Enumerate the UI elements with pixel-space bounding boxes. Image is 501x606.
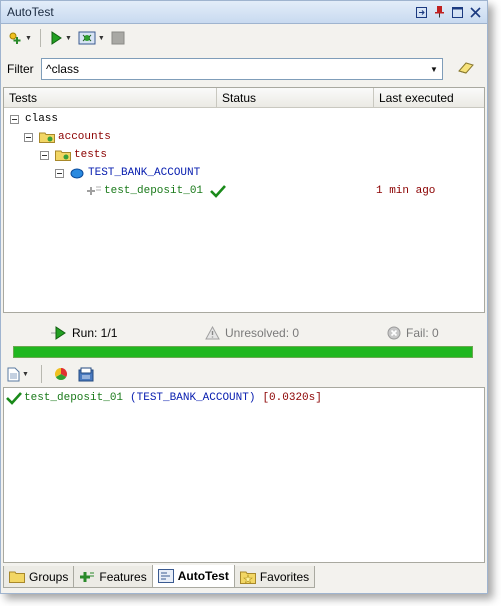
tree-row-label: class bbox=[25, 113, 59, 125]
autotest-icon bbox=[157, 569, 174, 583]
pass-check-icon bbox=[6, 392, 22, 405]
tab-autotest[interactable]: AutoTest bbox=[151, 565, 235, 588]
tree-row-label: tests bbox=[74, 149, 108, 161]
export-button[interactable] bbox=[76, 363, 96, 385]
unresolved-label: Unresolved: 0 bbox=[225, 326, 300, 340]
tree-row-test-deposit[interactable]: test_deposit_01 1 min ago bbox=[86, 182, 486, 200]
maximize-icon[interactable] bbox=[450, 5, 465, 20]
tab-label: Features bbox=[99, 569, 147, 584]
cluster-folder-icon bbox=[55, 150, 71, 161]
dropdown-arrow-icon: ▼ bbox=[22, 370, 29, 378]
output-duration: [0.0320s] bbox=[262, 392, 322, 404]
progress-fill bbox=[14, 347, 472, 357]
run-count-label: Run: 1/1 bbox=[72, 326, 118, 340]
test-feature-icon bbox=[87, 186, 101, 195]
run-debug-button[interactable]: ▼ bbox=[76, 27, 107, 49]
column-status[interactable]: Status bbox=[217, 88, 374, 108]
collapse-icon[interactable] bbox=[40, 150, 49, 160]
tab-favorites[interactable]: Favorites bbox=[233, 566, 316, 588]
tab-features[interactable]: Features bbox=[73, 566, 153, 588]
output-line[interactable]: test_deposit_01 (TEST_BANK_ACCOUNT) [0.0… bbox=[6, 391, 322, 405]
output-toolbar: ▼ bbox=[5, 363, 96, 385]
run-play-icon bbox=[51, 326, 66, 340]
column-last-executed[interactable]: Last executed bbox=[374, 88, 484, 108]
tab-label: Groups bbox=[29, 569, 69, 584]
output-panel: test_deposit_01 (TEST_BANK_ACCOUNT) [0.0… bbox=[3, 387, 485, 563]
pin-icon[interactable] bbox=[432, 5, 447, 20]
dropdown-arrow-icon: ▼ bbox=[97, 34, 105, 42]
combo-dropdown-icon[interactable]: ▼ bbox=[426, 65, 442, 74]
collapse-icon[interactable] bbox=[55, 168, 64, 178]
progress-bar bbox=[13, 346, 473, 358]
output-view-button[interactable]: ▼ bbox=[5, 363, 31, 385]
class-icon bbox=[70, 168, 84, 178]
tree-row-label: TEST_BANK_ACCOUNT bbox=[88, 167, 201, 179]
toolbar-separator bbox=[40, 365, 42, 383]
tab-groups[interactable]: Groups bbox=[3, 566, 75, 588]
run-button[interactable]: ▼ bbox=[47, 27, 74, 49]
tree-row-label: test_deposit_01 bbox=[104, 185, 204, 197]
title-bar: AutoTest bbox=[1, 1, 487, 24]
add-test-button[interactable]: ▼ bbox=[5, 27, 34, 49]
output-class-name: (TEST_BANK_ACCOUNT) bbox=[130, 392, 256, 404]
filter-row: Filter ▼ bbox=[1, 55, 487, 83]
fail-icon bbox=[387, 326, 401, 340]
tree-row-tests[interactable]: tests bbox=[40, 146, 107, 164]
add-test-icon bbox=[9, 32, 21, 44]
tree-row-test-class[interactable]: TEST_BANK_ACCOUNT bbox=[55, 164, 200, 182]
clear-filter-button[interactable] bbox=[457, 61, 475, 78]
title-buttons bbox=[414, 5, 483, 20]
bottom-tabs: Groups Features AutoTest Favorites bbox=[3, 565, 316, 588]
tab-label: Favorites bbox=[259, 569, 310, 584]
warning-icon bbox=[205, 326, 220, 340]
tree-header: Tests Status Last executed bbox=[4, 88, 484, 108]
pass-check-icon bbox=[210, 185, 226, 198]
folder-icon bbox=[9, 571, 25, 583]
play-icon bbox=[51, 31, 62, 45]
fail-label: Fail: 0 bbox=[406, 326, 439, 340]
filter-input[interactable] bbox=[42, 60, 426, 78]
column-tests[interactable]: Tests bbox=[4, 88, 217, 108]
cluster-folder-icon bbox=[39, 132, 55, 143]
stop-icon bbox=[111, 31, 125, 45]
window-title: AutoTest bbox=[7, 5, 54, 19]
tree-row-accounts[interactable]: accounts bbox=[24, 128, 111, 146]
tree-row-class[interactable]: class bbox=[10, 110, 58, 128]
collapse-icon[interactable] bbox=[10, 114, 19, 124]
tab-label: AutoTest bbox=[177, 569, 229, 583]
toolbar-separator bbox=[39, 29, 41, 47]
output-test-name: test_deposit_01 bbox=[24, 392, 124, 404]
close-icon[interactable] bbox=[468, 5, 483, 20]
dock-icon[interactable] bbox=[414, 5, 429, 20]
unresolved-count: Unresolved: 0 bbox=[205, 326, 299, 340]
document-icon bbox=[7, 367, 20, 381]
dropdown-arrow-icon: ▼ bbox=[64, 34, 72, 42]
test-tree: Tests Status Last executed class account… bbox=[3, 87, 485, 313]
color-wheel-icon bbox=[54, 368, 67, 381]
export-icon bbox=[78, 367, 94, 381]
eraser-icon bbox=[458, 61, 474, 74]
last-executed-value: 1 min ago bbox=[376, 185, 436, 197]
dropdown-arrow-icon: ▼ bbox=[25, 34, 32, 42]
autotest-window: AutoTest ▼ ▼ ▼ Filter ^class ▼ Tests Sta… bbox=[0, 0, 488, 594]
star-folder-icon bbox=[239, 571, 256, 584]
filter-combobox[interactable]: ▼ bbox=[41, 58, 443, 80]
fail-count: Fail: 0 bbox=[387, 326, 439, 340]
tree-row-label: accounts bbox=[58, 131, 111, 143]
collapse-icon[interactable] bbox=[24, 132, 33, 142]
filter-label: Filter bbox=[7, 62, 34, 76]
main-toolbar: ▼ ▼ ▼ bbox=[1, 25, 487, 51]
features-icon bbox=[80, 571, 95, 582]
debug-run-icon bbox=[78, 31, 96, 45]
stop-button[interactable] bbox=[109, 27, 127, 49]
run-summary: Run: 1/1 Unresolved: 0 Fail: 0 bbox=[3, 319, 485, 347]
coverage-button[interactable] bbox=[52, 363, 70, 385]
run-count: Run: 1/1 bbox=[51, 326, 117, 340]
